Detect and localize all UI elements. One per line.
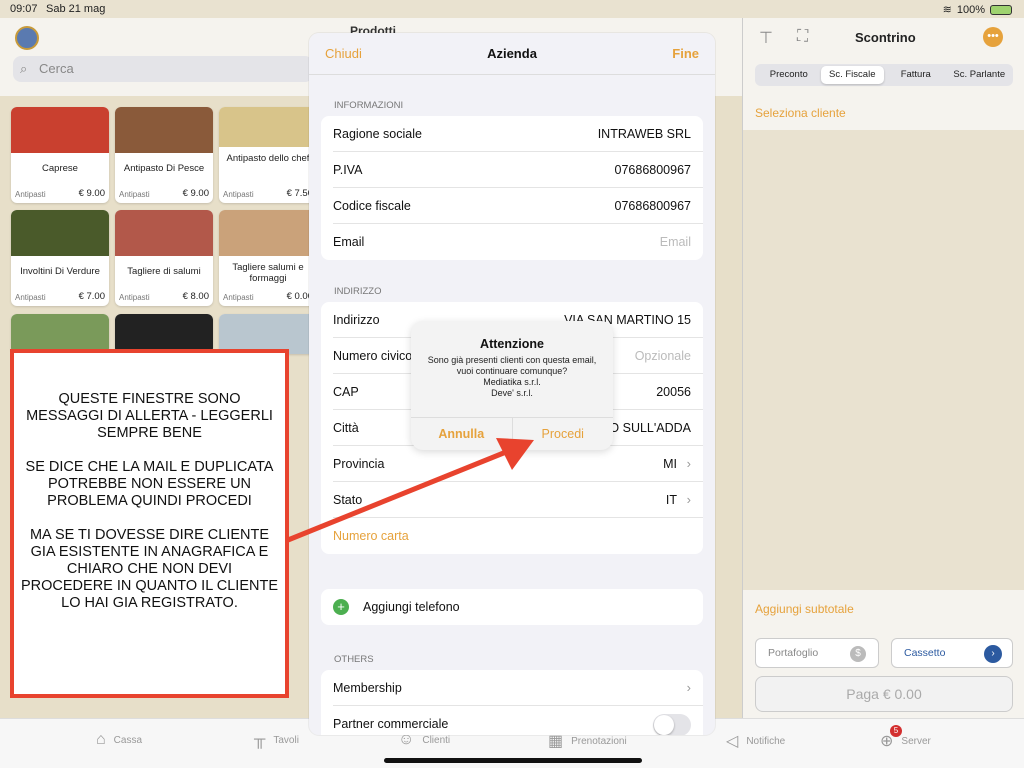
chevron-right-icon: › [686,456,691,471]
tab-sc-fiscale[interactable]: Sc. Fiscale [820,66,884,84]
product-image [115,210,213,256]
status-date: Sab 21 mag [46,3,106,15]
partner-toggle[interactable] [653,714,691,735]
search-input[interactable]: ⌕ Cerca [13,56,313,82]
product-image [219,210,317,256]
tab-server[interactable]: ⊕ Server [880,731,931,751]
status-time: 09:07 [10,3,38,15]
battery-percent: 100% [956,3,985,16]
add-table-icon[interactable]: ⊤ [759,28,773,48]
product-card[interactable]: Tagliere salumi e formaggi Antipasti € 0… [219,210,317,306]
product-image [219,314,317,354]
scan-icon[interactable]: ⛶ [797,28,808,46]
add-subtotal-link[interactable]: Aggiungi subtotale [755,602,854,616]
card-number-link[interactable]: Numero carta [333,518,703,554]
tab-tavoli[interactable]: ╥ Tavoli [254,731,299,749]
product-card[interactable] [219,314,317,354]
status-bar: 09:07 Sab 21 mag ≋ 100% [0,0,1024,18]
basket-icon: ⌂ [96,731,106,748]
product-card[interactable] [11,314,109,354]
product-image [11,107,109,153]
megaphone-icon: ◁ [726,733,739,750]
product-image [115,314,213,354]
chevron-right-icon: › [686,680,691,695]
product-card[interactable]: Tagliere di salumi Antipasti € 8.00 [115,210,213,306]
company-name-field[interactable]: Ragione sociale INTRAWEB SRL [333,116,703,152]
alert-dialog: Attenzione Sono già presenti clienti con… [411,321,613,450]
battery-icon [990,4,1012,15]
tab-sc-parlante[interactable]: Sc. Parlante [948,66,1012,84]
sheet-title: Azienda [487,46,537,61]
annotation-box: QUESTE FINESTRE SONO MESSAGGI DI ALLERTA… [10,349,289,698]
product-image [11,210,109,256]
email-field[interactable]: Email Email [333,224,703,260]
alert-title: Attenzione [480,337,544,351]
more-icon[interactable]: ••• [983,27,1003,47]
product-card[interactable]: Caprese Antipasti € 9.00 [11,107,109,203]
info-group: Ragione sociale INTRAWEB SRL P.IVA 0768680… [321,116,703,260]
section-address-label: INDIRIZZO [334,286,382,297]
receipt-title: Scontrino [855,30,916,45]
dollar-icon: $ [850,646,866,662]
product-image [115,107,213,153]
product-image [11,314,109,354]
receipt-type-segment: Preconto Sc. Fiscale Fattura Sc. Parlant… [755,64,1013,86]
wifi-icon: ≋ [942,4,952,16]
product-card[interactable] [115,314,213,354]
annotation-paragraph: MA SE TI DOVESSE DIRE CLIENTE GIA ESISTE… [20,527,279,611]
country-field[interactable]: Stato IT › [333,482,703,518]
cancel-button[interactable]: Annulla [411,418,513,450]
section-others-label: OTHERS [334,654,374,665]
chevron-right-icon: › [984,645,1002,663]
annotation-paragraph: QUESTE FINESTRE SONO MESSAGGI DI ALLERTA… [26,391,273,441]
product-image [219,107,317,147]
vat-field[interactable]: P.IVA 07686800967 [333,152,703,188]
partner-row: Partner commerciale [333,706,703,735]
drawer-button[interactable]: Cassetto › [891,638,1013,668]
product-card[interactable]: Antipasto Di Pesce Antipasti € 9.00 [115,107,213,203]
tab-preconto[interactable]: Preconto [757,66,821,84]
chevron-right-icon: › [686,492,691,507]
select-client-link[interactable]: Seleziona cliente [755,106,846,120]
done-button[interactable]: Fine [672,46,699,61]
wallet-button[interactable]: Portafoglio $ [755,638,879,668]
proceed-button[interactable]: Procedi [513,418,614,450]
home-indicator [384,758,642,763]
membership-row[interactable]: Membership › [333,670,703,706]
table-icon: ╥ [254,731,266,748]
add-phone-button[interactable]: + Aggiungi telefono [333,589,703,625]
product-card[interactable]: Antipasto dello chef Antipasti € 7.50 [219,107,317,203]
alert-message: Sono già presenti clienti con questa ema… [427,355,597,398]
plus-icon: + [333,599,349,615]
tab-cassa[interactable]: ⌂ Cassa [96,731,142,749]
tab-notifiche[interactable]: ◁ Notifiche [726,731,785,751]
province-field[interactable]: Provincia MI › [333,446,703,482]
search-icon: ⌕ [20,61,28,76]
tab-fattura[interactable]: Fattura [884,66,948,84]
section-info-label: INFORMAZIONI [334,100,404,111]
annotation-paragraph: SE DICE CHE LA MAIL E DUPLICATA POTREBBE… [25,459,274,509]
product-card[interactable]: Involtini Di Verdure Antipasti € 7.00 [11,210,109,306]
pay-button[interactable]: Paga € 0.00 [755,676,1013,712]
tax-code-field[interactable]: Codice fiscale 07686800967 [333,188,703,224]
avatar[interactable] [15,26,39,50]
others-group: Membership › Partner commerciale [321,670,703,735]
receipt-panel: ⊤ ⛶ Scontrino ••• Preconto Sc. Fiscale F… [742,18,1024,718]
server-badge: 5 [890,725,902,737]
phone-group: + Aggiungi telefono [321,589,703,625]
